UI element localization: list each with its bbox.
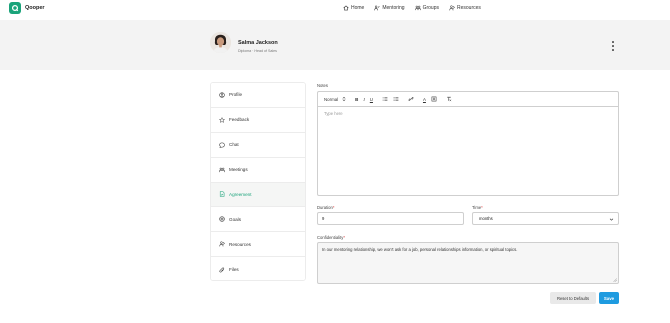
duration-label: Duration* [317, 205, 335, 210]
editor-toolbar: Normal B I U A [318, 92, 618, 107]
chevron-down-icon [609, 218, 614, 221]
sidebar-item-label: Resources [229, 241, 251, 247]
home-icon [343, 5, 349, 11]
sidebar-item-label: Profile [229, 92, 243, 98]
sidebar-item-goals[interactable]: Goals [211, 207, 305, 233]
paperclip-icon [219, 267, 225, 272]
confidentiality-label: Confidentiality* [317, 235, 345, 240]
groups-icon [414, 5, 421, 11]
ordered-list-button[interactable] [382, 96, 388, 102]
sidebar-item-resources[interactable]: Resources [211, 232, 305, 258]
time-label: Time* [472, 205, 483, 210]
sidebar-item-meetings[interactable]: Meetings [211, 157, 305, 183]
clear-format-icon [447, 96, 452, 102]
notes-label: Notes [317, 83, 328, 88]
nav-item-home[interactable]: Home [343, 5, 364, 11]
top-bar: Qooper Home Mentoring Groups Resources [0, 0, 670, 20]
resources-icon [449, 5, 455, 11]
font-color-button[interactable]: A [423, 97, 426, 102]
nav-item-resources[interactable]: Resources [449, 5, 481, 11]
italic-button[interactable]: I [363, 97, 364, 102]
sidebar-item-label: Feedback [229, 117, 250, 123]
document-icon [219, 191, 225, 198]
profile-role: Diploma · Head of Sales [238, 49, 277, 53]
target-icon [219, 216, 225, 222]
up-down-chevron-icon [342, 96, 346, 102]
nav-item-label: Groups [422, 5, 439, 11]
star-icon [219, 116, 225, 123]
highlight-button[interactable] [431, 96, 437, 102]
nav-item-label: Home [351, 5, 365, 11]
sidebar-item-label: Agreement [229, 191, 252, 197]
chat-icon [219, 142, 225, 148]
profile-name: Salma Jackson [238, 40, 278, 46]
confidentiality-text: In our mentoring relationship, we won't … [322, 247, 518, 252]
ordered-list-icon [382, 97, 388, 101]
sidebar-item-label: Goals [229, 216, 242, 222]
reset-to-defaults-button[interactable]: Reset to Defaults [550, 292, 596, 304]
sidebar-item-feedback[interactable]: Feedback [211, 107, 305, 133]
main-nav: Home Mentoring Groups Resources [343, 5, 481, 11]
profile-sidebar: Profile Feedback Chat Meetings Agreement… [210, 82, 306, 281]
link-button[interactable] [408, 96, 414, 102]
profile-header [0, 20, 670, 70]
meetings-icon [219, 167, 225, 172]
nav-item-groups[interactable]: Groups [414, 5, 439, 11]
sidebar-item-label: Meetings [229, 167, 248, 173]
nav-item-label: Resources [456, 5, 481, 11]
user-circle-icon [219, 92, 225, 98]
bold-button[interactable]: B [355, 97, 358, 102]
sidebar-item-chat[interactable]: Chat [211, 132, 305, 158]
link-icon [408, 97, 414, 101]
more-options-icon[interactable] [610, 41, 616, 51]
avatar [210, 32, 231, 53]
resize-handle-icon[interactable] [613, 278, 617, 282]
bullet-list-button[interactable] [393, 96, 399, 102]
highlight-icon [431, 96, 437, 102]
text-style-select[interactable]: Normal [324, 96, 347, 102]
clear-format-button[interactable] [446, 96, 452, 102]
time-select[interactable]: months [472, 212, 619, 225]
nav-item-mentoring[interactable]: Mentoring [374, 5, 405, 11]
mentoring-icon [374, 5, 380, 11]
brand-name: Qooper [25, 5, 45, 11]
sidebar-item-files[interactable]: Files [211, 257, 305, 280]
sidebar-item-label: Chat [229, 142, 239, 148]
nav-item-label: Mentoring [382, 5, 405, 11]
resources-icon [219, 241, 225, 247]
notes-input[interactable]: Type here [318, 107, 618, 195]
time-select-value: months [479, 216, 493, 221]
qooper-logo-icon[interactable] [9, 2, 21, 14]
sidebar-item-profile[interactable]: Profile [211, 83, 305, 108]
text-style-value: Normal [324, 96, 339, 102]
sidebar-item-label: Files [229, 267, 239, 273]
duration-input[interactable]: 9 [317, 212, 464, 225]
bullet-list-icon [393, 97, 399, 101]
notes-editor: Normal B I U A Type here [317, 91, 619, 196]
underline-button[interactable]: U [370, 97, 373, 102]
sidebar-item-agreement[interactable]: Agreement [211, 182, 305, 208]
confidentiality-textarea[interactable]: In our mentoring relationship, we won't … [317, 242, 619, 284]
save-button[interactable]: Save [599, 292, 619, 304]
